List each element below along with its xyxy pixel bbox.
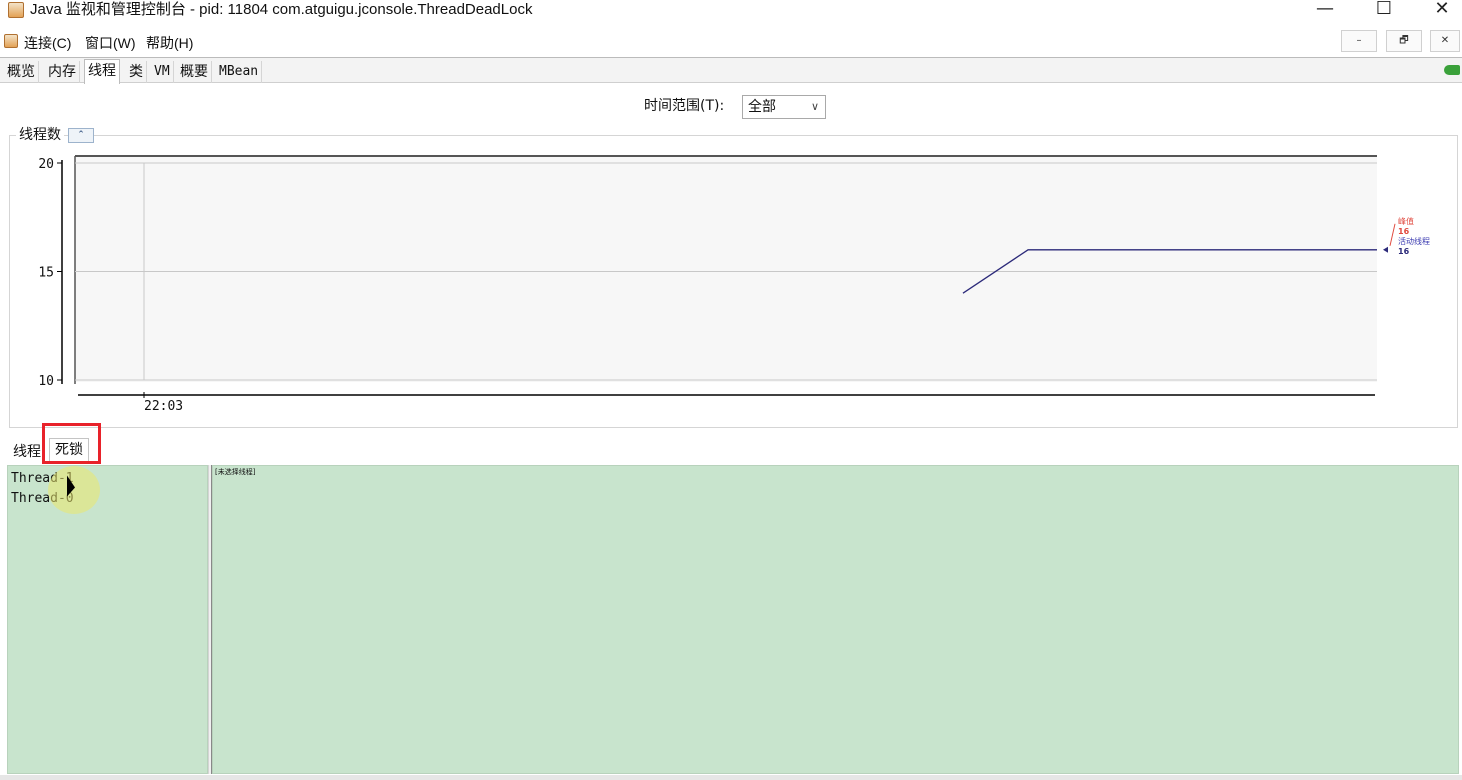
- y-tick-label: 15: [38, 266, 54, 281]
- thread-count-chart: 10152022:03 峰值16活动线程16: [38, 155, 1430, 414]
- deadlock-thread-list[interactable]: Thread-1 Thread-0: [7, 465, 208, 774]
- thread-detail-pane: [未选择线程]: [212, 465, 1459, 774]
- y-tick-label: 20: [38, 157, 54, 172]
- legend-peak-value: 16: [1398, 227, 1410, 236]
- legend-active-label: 活动线程: [1398, 236, 1430, 246]
- peak-leader-line: [1389, 223, 1396, 246]
- bottom-edge: [0, 775, 1462, 780]
- y-tick-label: 10: [38, 374, 54, 389]
- plot-area: [75, 156, 1377, 382]
- active-threads-marker: [1383, 246, 1388, 253]
- legend-active-value: 16: [1398, 247, 1410, 256]
- detail-text: [未选择线程]: [215, 468, 256, 476]
- red-highlight-box: [42, 423, 101, 464]
- x-tick-label: 22:03: [144, 399, 183, 414]
- legend-peak-label: 峰值: [1398, 216, 1414, 226]
- mouse-cursor-icon: [67, 475, 75, 500]
- subtab-threads[interactable]: 线程: [13, 441, 41, 463]
